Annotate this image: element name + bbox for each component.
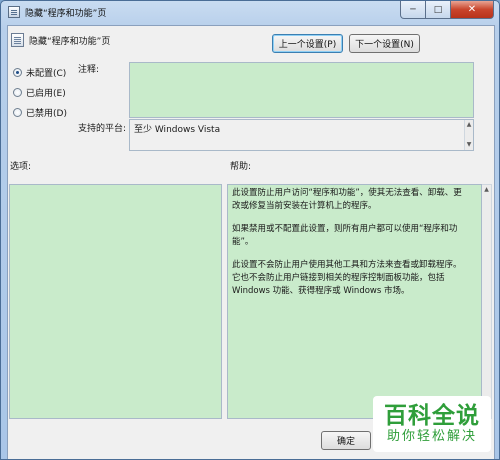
- radio-disabled[interactable]: 已禁用(D): [13, 106, 67, 119]
- radio-label: 已禁用(D): [26, 109, 67, 119]
- help-paragraph: 如果禁用或不配置此设置，则所有用户都可以使用“程序和功能”。: [232, 224, 458, 247]
- watermark-logo: 百科全说 助你轻松解决: [373, 396, 491, 452]
- window-controls: ─ □ ✕: [400, 1, 494, 19]
- radio-label: 未配置(C): [26, 69, 67, 79]
- radio-indicator[interactable]: [13, 108, 22, 117]
- window-title: 隐藏“程序和功能”页: [25, 9, 107, 19]
- watermark-subtitle: 助你轻松解决: [386, 429, 477, 444]
- watermark-title: 百科全说: [384, 403, 480, 429]
- options-label: 选项:: [10, 162, 32, 172]
- help-paragraph: 此设置防止用户访问“程序和功能”，使其无法查看、卸载、更改或修复当前安装在计算机…: [232, 188, 462, 211]
- supported-platform-box: 至少 Windows Vista ▲ ▼: [129, 119, 474, 151]
- policy-setting-icon: [11, 33, 24, 47]
- minimize-button[interactable]: ─: [400, 1, 426, 19]
- scroll-up-arrow-icon[interactable]: ▲: [482, 186, 491, 193]
- platform-scrollbar[interactable]: ▲ ▼: [464, 120, 473, 150]
- supported-platform-value: 至少 Windows Vista: [134, 125, 221, 135]
- help-pane: 此设置防止用户访问“程序和功能”，使其无法查看、卸载、更改或修复当前安装在计算机…: [227, 184, 482, 419]
- scroll-up-arrow-icon[interactable]: ▲: [465, 121, 473, 129]
- radio-not-configured[interactable]: 未配置(C): [13, 66, 66, 79]
- title-bar[interactable]: 隐藏“程序和功能”页 ─ □ ✕: [1, 1, 499, 25]
- previous-setting-button[interactable]: 上一个设置(P): [272, 34, 343, 53]
- help-label: 帮助:: [230, 162, 252, 172]
- policy-dialog-window: 隐藏“程序和功能”页 ─ □ ✕ 隐藏“程序和功能”页 上一个设置(P) 下一个…: [0, 0, 500, 460]
- scroll-down-arrow-icon[interactable]: ▼: [465, 141, 473, 149]
- comment-label: 注释:: [78, 65, 100, 75]
- options-pane: [9, 184, 222, 419]
- comment-textarea[interactable]: [129, 62, 474, 118]
- maximize-button[interactable]: □: [426, 1, 451, 19]
- radio-label: 已启用(E): [26, 89, 66, 99]
- next-setting-button[interactable]: 下一个设置(N): [349, 34, 420, 53]
- radio-indicator-selected[interactable]: [13, 68, 22, 77]
- radio-enabled[interactable]: 已启用(E): [13, 86, 66, 99]
- dialog-client-area: 隐藏“程序和功能”页 上一个设置(P) 下一个设置(N) 未配置(C) 已启用(…: [7, 25, 495, 459]
- ok-button[interactable]: 确定: [321, 431, 371, 450]
- supported-platform-label: 支持的平台:: [78, 124, 127, 134]
- policy-setting-icon: [8, 6, 20, 18]
- close-button[interactable]: ✕: [451, 1, 494, 19]
- help-scrollbar[interactable]: ▲: [482, 184, 492, 419]
- help-paragraph: 此设置不会防止用户使用其他工具和方法来查看或卸载程序。它也不会防止用户链接到相关…: [232, 260, 462, 296]
- radio-indicator[interactable]: [13, 88, 22, 97]
- setting-title: 隐藏“程序和功能”页: [29, 37, 111, 47]
